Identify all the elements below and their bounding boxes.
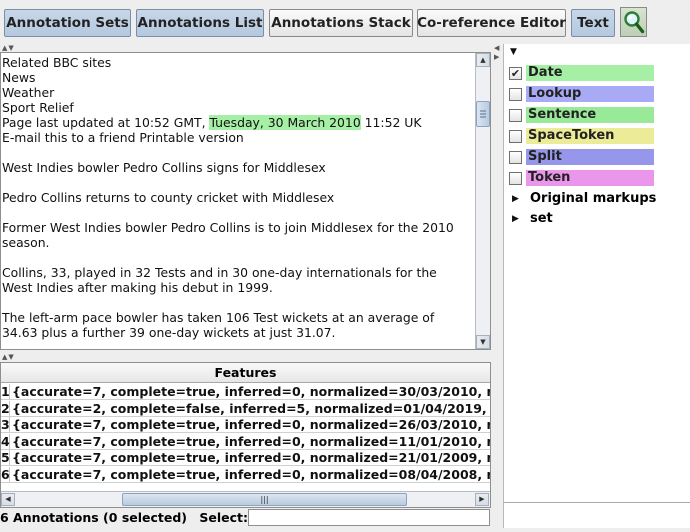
annotation-sets-footer [503, 502, 690, 528]
annotation-type-checkbox[interactable] [509, 151, 522, 164]
annotations-list-button[interactable]: Annotations List [136, 9, 264, 37]
row-features[interactable]: {accurate=7, complete=true, inferred=0, … [10, 384, 490, 399]
table-scroll-thumb[interactable]: ||| [122, 493, 407, 506]
annotation-type-row[interactable]: Lookup [504, 84, 690, 105]
annotation-set-node[interactable]: ▶ set [504, 209, 690, 229]
document-line[interactable]: Related BBC sites [2, 55, 474, 70]
document-text[interactable]: Related BBC sites News Weather Sport Relief… [2, 55, 474, 340]
document-line[interactable]: West Indies bowler Pedro Collins signs f… [2, 160, 474, 175]
document-line[interactable] [2, 250, 474, 265]
table-horizontal-scrollbar[interactable]: ◀ ||| ▶ [1, 491, 490, 507]
annotations-stack-button[interactable]: Annotations Stack [269, 9, 413, 37]
scroll-left-arrow-icon[interactable]: ◀ [1, 493, 15, 506]
table-row[interactable]: 3 {accurate=7, complete=true, inferred=0,… [1, 417, 490, 433]
annotation-count: 6 Annotations (0 selected) [0, 510, 188, 525]
document-line[interactable]: West Indies after making his debut in 19… [2, 280, 474, 295]
document-text-pane[interactable]: Related BBC sites News Weather Sport Relief… [0, 52, 491, 350]
text-button[interactable]: Text [571, 9, 615, 37]
annotation-type-label[interactable]: Split [526, 149, 654, 165]
annotation-sets-button[interactable]: Annotation Sets [4, 9, 131, 37]
row-index: 4 [1, 433, 10, 449]
annotation-set-node[interactable]: ▶ Original markups [504, 189, 690, 209]
table-row[interactable]: 1 {accurate=7, complete=true, inferred=0,… [1, 384, 490, 400]
annotation-type-checkbox[interactable] [509, 172, 522, 185]
document-line[interactable]: The left-arm pace bowler has taken 106 T… [2, 310, 474, 325]
vertical-split-handle[interactable]: ◀ ▶ [493, 44, 503, 532]
table-row[interactable]: 4 {accurate=7, complete=true, inferred=0,… [1, 433, 490, 450]
document-line[interactable] [2, 145, 474, 160]
annotation-type-checkbox[interactable]: ✔ [509, 67, 522, 80]
magnifier-icon [623, 11, 644, 34]
search-button[interactable] [620, 7, 647, 37]
document-line[interactable]: Sport Relief [2, 100, 474, 115]
coreference-editor-button[interactable]: Co-reference Editor [417, 9, 566, 37]
document-line[interactable]: season. [2, 235, 474, 250]
annotation-type-checkbox[interactable] [509, 130, 522, 143]
document-line[interactable]: Pedro Collins returns to county cricket … [2, 190, 474, 205]
select-label: Select: [199, 510, 249, 525]
annotations-table[interactable]: Features 1 {accurate=7, complete=true, in… [0, 362, 491, 508]
select-input[interactable] [248, 509, 490, 526]
grip-icon [480, 110, 486, 118]
annotation-type-label[interactable]: Sentence [526, 107, 654, 123]
annotation-type-checkbox[interactable] [509, 88, 522, 101]
row-index: 3 [1, 417, 10, 432]
expand-arrow-icon[interactable]: ▶ [512, 209, 519, 229]
annotation-set-label[interactable]: Original markups [530, 189, 656, 209]
document-text-span[interactable]: 11:52 UK [361, 115, 422, 130]
row-features[interactable]: {accurate=2, complete=false, inferred=5,… [10, 401, 490, 416]
annotation-type-label[interactable]: SpaceToken [526, 128, 654, 144]
row-features[interactable]: {accurate=7, complete=true, inferred=0, … [10, 434, 490, 449]
row-features[interactable]: {accurate=7, complete=true, inferred=0, … [10, 450, 490, 465]
row-features[interactable]: {accurate=7, complete=true, inferred=0, … [10, 417, 490, 432]
document-line[interactable]: Page last updated at 10:52 GMT, Tuesday,… [2, 115, 474, 130]
document-line[interactable]: 34.63 plus a further 39 one-day wickets … [2, 325, 474, 340]
document-line[interactable]: News [2, 70, 474, 85]
document-line[interactable]: Former West Indies bowler Pedro Collins … [2, 220, 474, 235]
checkmark-icon: ✔ [510, 67, 521, 80]
document-line[interactable] [2, 175, 474, 190]
table-row[interactable]: 5 {accurate=7, complete=true, inferred=0,… [1, 450, 490, 466]
default-set-collapse-icon[interactable]: ▼ [510, 47, 517, 57]
annotation-type-label[interactable]: Date [526, 65, 654, 81]
annotation-type-row[interactable]: SpaceToken [504, 126, 690, 147]
document-text-span[interactable]: Page last updated at 10:52 GMT, [2, 115, 209, 130]
split-middle-arrows[interactable]: ▲▼ [2, 353, 15, 361]
row-index: 5 [1, 450, 10, 465]
table-row[interactable]: 6 {accurate=7, complete=true, inferred=0,… [1, 466, 490, 483]
annotation-type-row[interactable]: ✔ Date [504, 63, 690, 84]
expand-arrow-icon[interactable]: ▶ [512, 189, 519, 209]
scroll-right-arrow-icon[interactable]: ▶ [475, 493, 489, 506]
annotation-type-row[interactable]: Sentence [504, 105, 690, 126]
text-scroll-thumb[interactable] [476, 101, 490, 127]
document-line[interactable]: E-mail this to a friend Printable versio… [2, 130, 474, 145]
row-index: 2 [1, 400, 10, 416]
annotation-type-label[interactable]: Lookup [526, 86, 654, 102]
split-left-arrow-icon[interactable]: ◀ [494, 44, 499, 52]
row-index: 6 [1, 466, 10, 482]
annotation-type-checkbox[interactable] [509, 109, 522, 122]
document-line[interactable] [2, 205, 474, 220]
annotation-type-label[interactable]: Token [526, 170, 654, 186]
document-line[interactable]: Weather [2, 85, 474, 100]
annotation-type-row[interactable]: Split [504, 147, 690, 168]
date-annotation-highlight[interactable]: Tuesday, 30 March 2010 [209, 115, 361, 130]
scroll-up-arrow-icon[interactable]: ▲ [476, 53, 490, 67]
annotation-type-row[interactable]: Token [504, 168, 690, 189]
row-index: 1 [1, 384, 10, 399]
table-row[interactable]: 2 {accurate=2, complete=false, inferred=5… [1, 400, 490, 417]
document-line[interactable]: Collins, 33, played in 32 Tests and in 3… [2, 265, 474, 280]
split-top-arrows[interactable]: ▲▼ [2, 44, 15, 52]
annotation-sets-panel: ▼ ✔ Date Lookup Sentence SpaceToken Split Toke… [503, 44, 690, 502]
toolbar: Annotation Sets Annotations List Annotat… [0, 0, 690, 44]
document-line[interactable] [2, 295, 474, 310]
features-column-header[interactable]: Features [1, 363, 490, 383]
split-right-arrow-icon[interactable]: ▶ [494, 53, 499, 61]
row-features[interactable]: {accurate=7, complete=true, inferred=0, … [10, 467, 490, 482]
annotation-set-label[interactable]: set [530, 209, 553, 229]
scroll-down-arrow-icon[interactable]: ▼ [476, 335, 490, 349]
text-vertical-scrollbar[interactable]: ▲ ▼ [475, 53, 490, 349]
